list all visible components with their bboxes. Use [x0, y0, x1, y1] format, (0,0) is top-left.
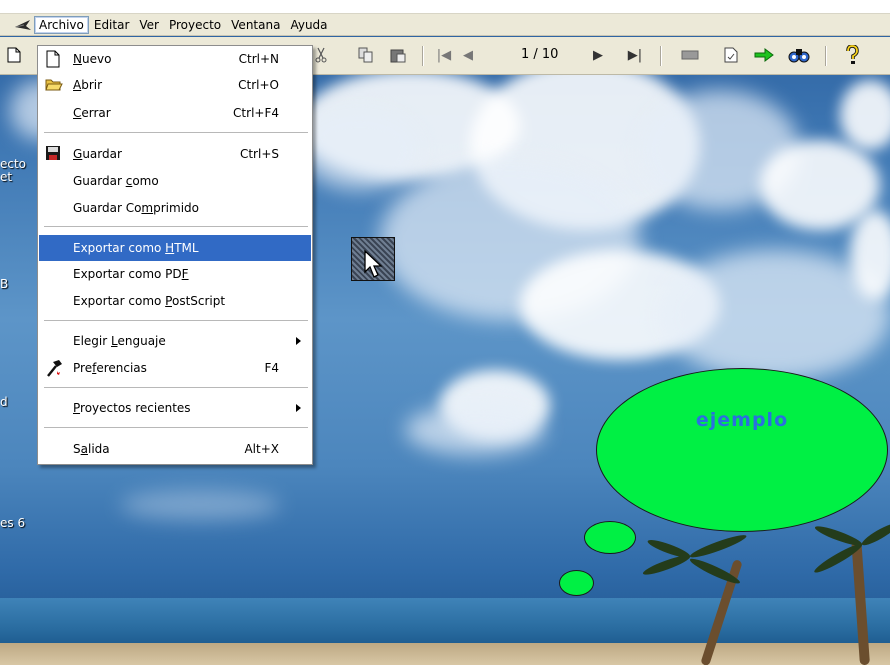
shortcut-label: Ctrl+O — [238, 78, 279, 92]
menu-separator — [44, 387, 308, 388]
menu-item-exportar-postscript[interactable]: Exportar como PostScript — [39, 289, 311, 313]
window-title-strip — [0, 0, 890, 14]
first-page-icon[interactable]: |◀ — [436, 45, 452, 65]
desktop-icon-label[interactable]: ecto et — [0, 158, 26, 184]
paste-icon[interactable] — [389, 45, 407, 65]
bubble-text: ejemplo — [695, 409, 789, 431]
cut-icon[interactable] — [312, 45, 330, 65]
menu-item-guardar-como[interactable]: Guardar como — [39, 169, 311, 193]
shortcut-label: Ctrl+S — [239, 147, 279, 161]
mouse-cursor-icon — [364, 250, 383, 278]
submenu-arrow-icon — [296, 337, 301, 345]
thought-bubble-dot-large[interactable] — [584, 521, 636, 554]
app-logo-icon[interactable] — [14, 16, 34, 34]
menu-archivo[interactable]: Archivo — [34, 15, 89, 34]
menu-item-salida[interactable]: Salida Alt+X — [39, 437, 311, 461]
menu-bar: Archivo Editar Ver Proyecto Ventana Ayud… — [0, 14, 890, 36]
document-check-icon[interactable] — [722, 45, 740, 65]
desktop-icon-label[interactable]: d — [0, 396, 8, 409]
shortcut-label: Alt+X — [244, 442, 279, 456]
menu-item-guardar[interactable]: Guardar Ctrl+S — [39, 142, 311, 166]
menu-item-cerrar[interactable]: Cerrar Ctrl+F4 — [39, 101, 311, 125]
menu-proyecto[interactable]: Proyecto — [164, 16, 226, 34]
shortcut-label: Ctrl+F4 — [233, 106, 279, 120]
binoculars-icon[interactable] — [787, 45, 811, 65]
next-page-icon[interactable]: ▶ — [590, 45, 606, 65]
submenu-arrow-icon — [296, 404, 301, 412]
thought-bubble-dot-small[interactable] — [559, 570, 594, 596]
toolbar-separator — [660, 46, 662, 66]
shortcut-label: Ctrl+N — [238, 52, 279, 66]
new-document-icon — [45, 50, 63, 68]
shortcut-label: F4 — [264, 361, 279, 375]
last-page-icon[interactable]: ▶| — [627, 45, 643, 65]
menu-item-abrir[interactable]: Abrir Ctrl+O — [39, 73, 311, 97]
menu-item-guardar-comprimido[interactable]: Guardar Comprimido — [39, 196, 311, 220]
toolbar-separator — [422, 46, 424, 66]
thought-bubble[interactable]: ejemplo — [596, 368, 888, 532]
page-indicator: 1 / 10 — [521, 47, 559, 62]
menu-ventana[interactable]: Ventana — [226, 16, 285, 34]
menu-item-elegir-lenguaje[interactable]: Elegir Lenguaje — [39, 329, 311, 353]
toolbar-separator — [825, 46, 827, 66]
menu-item-preferencias[interactable]: Preferencias F4 — [39, 356, 311, 380]
menu-editar[interactable]: Editar — [89, 16, 135, 34]
menu-item-proyectos-recientes[interactable]: Proyectos recientes — [39, 396, 311, 420]
screen-icon[interactable] — [680, 45, 700, 65]
archivo-dropdown-menu: Nuevo Ctrl+N Abrir Ctrl+O Cerrar Ctrl+F4… — [37, 45, 313, 465]
new-document-icon[interactable] — [4, 45, 24, 65]
menu-item-exportar-pdf[interactable]: Exportar como PDF — [39, 262, 311, 286]
copy-icon[interactable] — [357, 45, 375, 65]
menu-item-exportar-html[interactable]: Exportar como HTML — [39, 235, 311, 261]
help-question-icon[interactable] — [842, 45, 862, 65]
menu-separator — [44, 320, 308, 321]
menu-item-nuevo[interactable]: Nuevo Ctrl+N — [39, 47, 311, 71]
open-folder-icon — [45, 76, 63, 94]
menu-ver[interactable]: Ver — [134, 16, 164, 34]
hammer-tool-icon — [45, 359, 63, 377]
menu-separator — [44, 226, 308, 227]
desktop-icon-label[interactable]: B — [0, 278, 8, 291]
save-disk-icon — [45, 145, 63, 163]
menu-separator — [44, 427, 308, 428]
desktop-icon-label[interactable]: es 6 — [0, 517, 25, 530]
menu-ayuda[interactable]: Ayuda — [285, 16, 332, 34]
go-arrow-icon[interactable] — [753, 45, 775, 65]
menu-separator — [44, 132, 308, 133]
previous-page-icon[interactable]: ◀ — [460, 45, 476, 65]
